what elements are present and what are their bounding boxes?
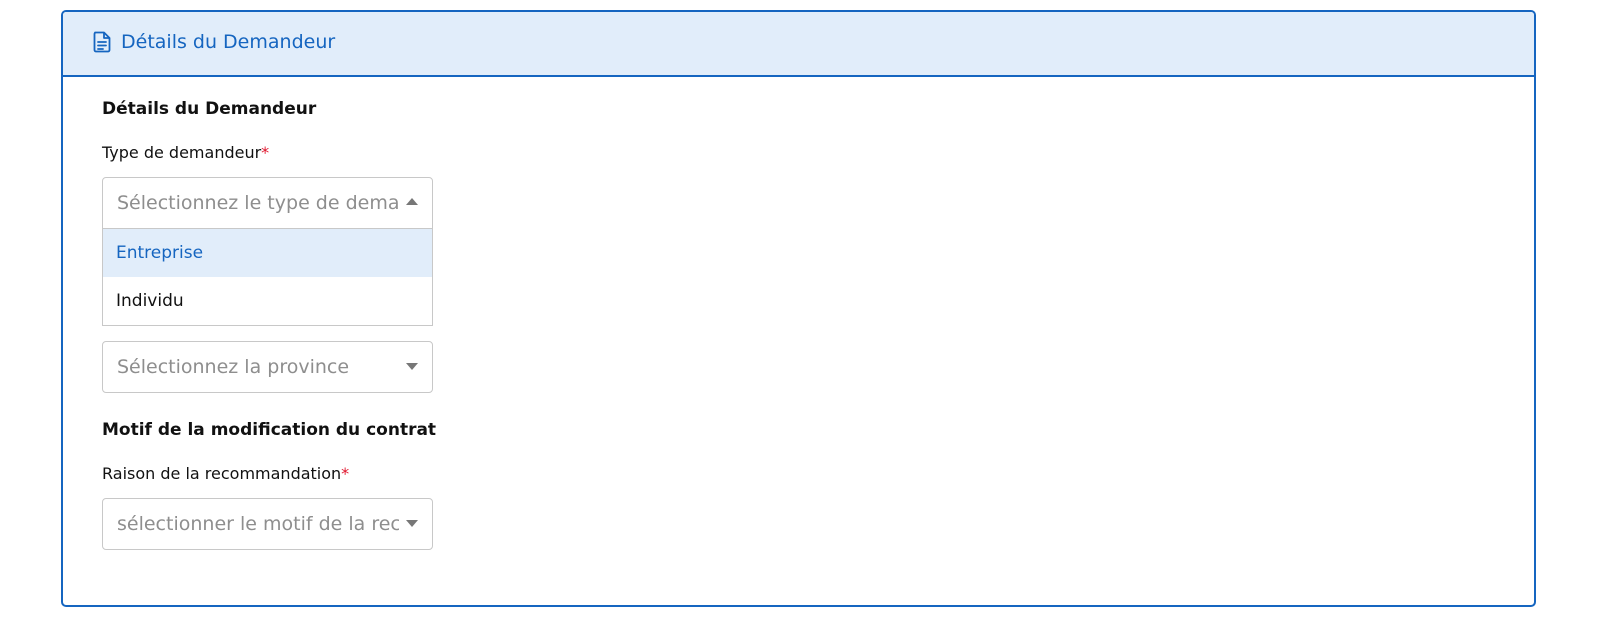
- reason-section-title: Motif de la modification du contrat: [102, 420, 437, 440]
- applicant-type-label-text: Type de demandeur: [102, 143, 262, 162]
- province-placeholder: Sélectionnez la province: [117, 356, 350, 378]
- chevron-down-icon[interactable]: [406, 363, 418, 370]
- applicant-section-title: Détails du Demandeur: [102, 99, 317, 119]
- option-entreprise[interactable]: Entreprise: [103, 229, 432, 277]
- option-individu[interactable]: Individu: [103, 277, 432, 325]
- chevron-down-icon[interactable]: [406, 520, 418, 527]
- required-mark: *: [341, 464, 350, 483]
- reason-placeholder: sélectionner le motif de la recommandati…: [117, 513, 399, 535]
- applicant-type-placeholder: Sélectionnez le type de demandeur: [117, 192, 399, 214]
- reason-label: Raison de la recommandation*: [102, 463, 349, 485]
- applicant-type-label: Type de demandeur*: [102, 142, 269, 164]
- applicant-details-card: Détails du Demandeur Détails du Demandeu…: [61, 10, 1536, 607]
- province-select[interactable]: Sélectionnez la province: [102, 341, 433, 393]
- applicant-type-dropdown-menu: Entreprise Individu: [102, 228, 433, 326]
- reason-label-text: Raison de la recommandation: [102, 464, 342, 483]
- reason-select[interactable]: sélectionner le motif de la recommandati…: [102, 498, 433, 550]
- applicant-type-select[interactable]: Sélectionnez le type de demandeur: [102, 177, 433, 229]
- chevron-up-icon[interactable]: [406, 198, 418, 205]
- card-header-title: Détails du Demandeur: [121, 31, 336, 53]
- required-mark: *: [261, 143, 270, 162]
- document-icon: [93, 31, 111, 53]
- card-header: Détails du Demandeur: [63, 12, 1534, 77]
